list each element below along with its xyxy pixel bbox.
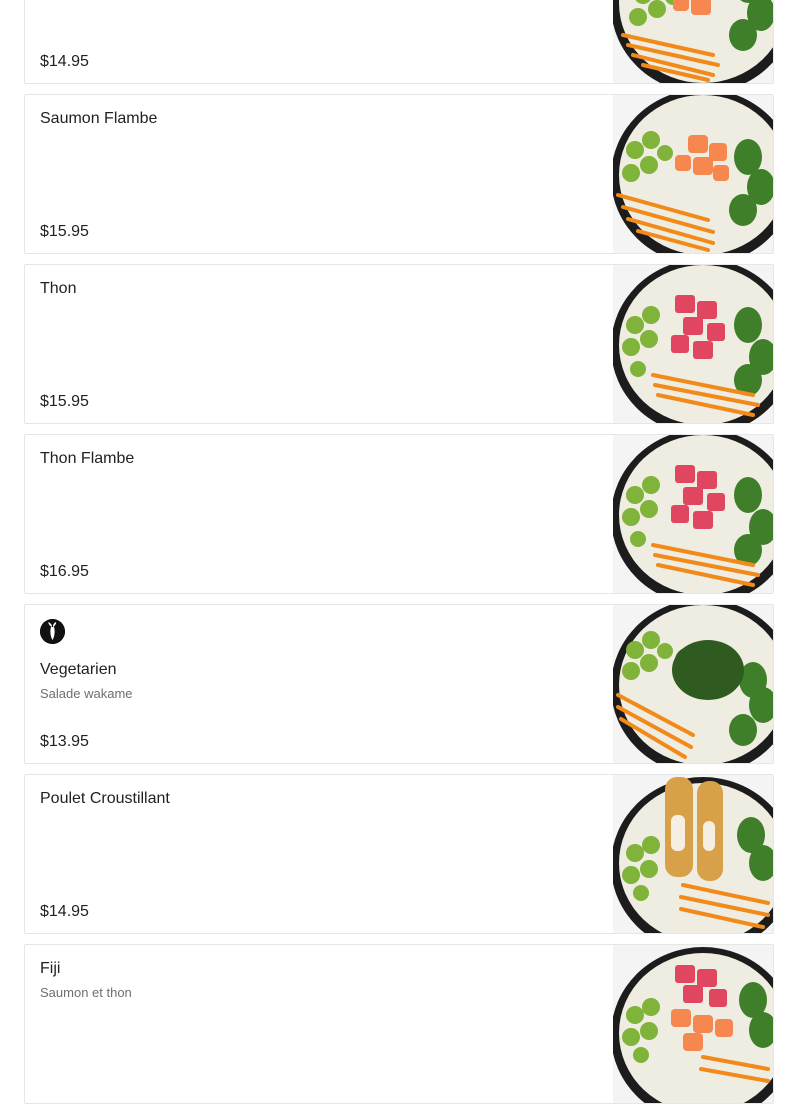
menu-item-info: Saumon Flambe	[40, 109, 598, 241]
menu-item-price: $15.95	[40, 223, 89, 240]
menu-item-card[interactable]: Thon Flambe $16.95	[24, 434, 774, 594]
menu-item-image[interactable]	[613, 605, 773, 763]
menu-item-info: Fiji Saumon et thon	[40, 959, 598, 1091]
menu-item-info: Thon	[40, 279, 598, 411]
menu-item-name: Saumon Flambe	[40, 110, 158, 127]
menu-item-price: $14.95	[40, 53, 89, 70]
vegetarian-icon	[40, 619, 65, 644]
menu-item-info: Thon Flambe	[40, 449, 598, 581]
menu-item-card[interactable]: Fiji Saumon et thon	[24, 944, 774, 1104]
menu-item-price: $15.95	[40, 393, 89, 410]
menu-item-card[interactable]: $14.95	[24, 0, 774, 84]
menu-item-name: Thon Flambe	[40, 450, 135, 467]
menu-item-info: Poulet Croustillant	[40, 789, 598, 921]
menu-item-price: $16.95	[40, 563, 89, 580]
menu-item-card[interactable]: Vegetarien Salade wakame $13.95	[24, 604, 774, 764]
menu-item-description: Salade wakame	[40, 686, 133, 701]
menu-item-card[interactable]: Saumon Flambe $15.95	[24, 94, 774, 254]
menu-item-info	[40, 0, 598, 71]
menu-item-name: Thon	[40, 280, 77, 297]
menu-item-image[interactable]	[613, 265, 773, 423]
menu-item-name: Fiji	[40, 960, 61, 977]
menu-item-image[interactable]	[613, 0, 773, 83]
menu-item-image[interactable]	[613, 435, 773, 593]
menu-item-image[interactable]	[613, 775, 773, 933]
menu-item-info: Vegetarien Salade wakame	[40, 619, 598, 751]
menu-item-image[interactable]	[613, 95, 773, 253]
menu-item-price: $13.95	[40, 733, 89, 750]
menu-item-card[interactable]: Poulet Croustillant $14.95	[24, 774, 774, 934]
menu-item-image[interactable]	[613, 945, 773, 1103]
menu-item-card[interactable]: Thon $15.95	[24, 264, 774, 424]
menu-item-name: Poulet Croustillant	[40, 790, 170, 807]
menu-list: $14.95 Saumon Flambe $15.95 Thon $15.95 …	[24, 0, 774, 1114]
menu-item-name: Vegetarien	[40, 661, 117, 678]
menu-item-description: Saumon et thon	[40, 985, 132, 1000]
menu-item-price: $14.95	[40, 903, 89, 920]
